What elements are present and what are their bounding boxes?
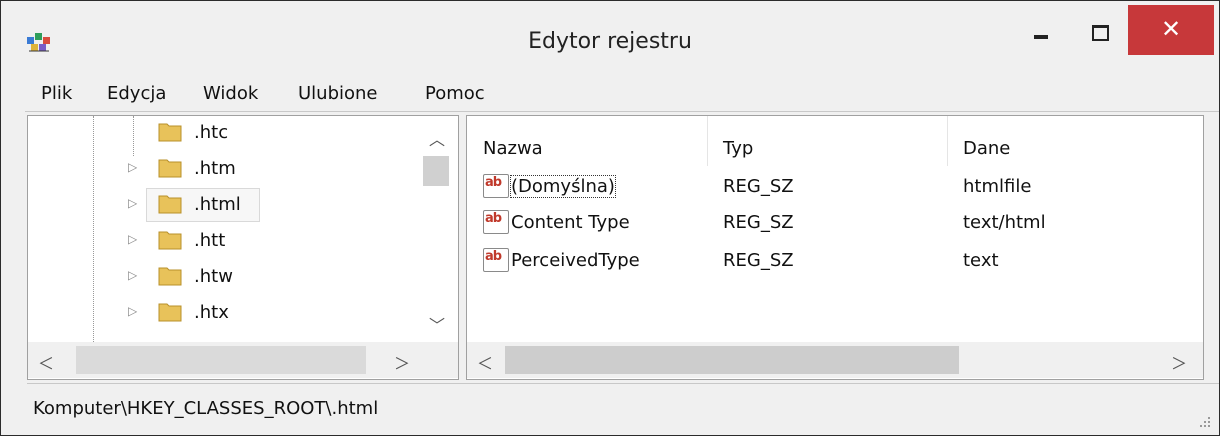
menu-ulubione[interactable]: Ulubione xyxy=(298,83,378,104)
column-header-data[interactable]: Dane xyxy=(963,138,1010,159)
tree-vertical-scrollbar[interactable]: ︿ ﹀ xyxy=(421,116,457,342)
values-list-panel[interactable]: Nazwa Typ Dane ab (Domyślna) REG_SZ html… xyxy=(466,115,1204,380)
scroll-up-icon[interactable]: ︿ xyxy=(429,126,445,150)
value-name: (Domyślna) xyxy=(510,175,616,198)
resize-grip-icon[interactable] xyxy=(1199,416,1211,428)
column-header-name[interactable]: Nazwa xyxy=(483,138,543,159)
value-name: Content Type xyxy=(511,212,630,233)
expand-icon[interactable]: ▷ xyxy=(128,268,142,282)
tree-item-label: .htw xyxy=(194,266,233,287)
scroll-right-icon[interactable]: ＞ xyxy=(1171,350,1187,374)
tree-item-label: .htm xyxy=(194,158,236,179)
maximize-button[interactable] xyxy=(1070,5,1128,55)
folder-icon xyxy=(158,231,182,250)
registry-editor-window: Edytor rejestru ✕ Plik Edycja Widok Ulub… xyxy=(0,0,1220,436)
menu-bar: Plik Edycja Widok Ulubione Pomoc xyxy=(25,77,1219,112)
tree-item-label: .htx xyxy=(194,302,229,323)
tree-horizontal-scrollbar[interactable]: ＜ ＞ xyxy=(28,342,458,378)
value-name: PerceivedType xyxy=(511,250,640,271)
value-data: text/html xyxy=(963,212,1046,233)
scroll-thumb[interactable] xyxy=(76,346,366,374)
value-type: REG_SZ xyxy=(723,176,794,197)
folder-icon xyxy=(158,267,182,286)
scroll-left-icon[interactable]: ＜ xyxy=(38,350,54,374)
value-type: REG_SZ xyxy=(723,250,794,271)
menu-plik[interactable]: Plik xyxy=(41,83,72,104)
status-bar: Komputer\HKEY_CLASSES_ROOT\.html xyxy=(27,383,1219,434)
string-value-icon: ab xyxy=(483,210,509,234)
folder-icon xyxy=(158,123,182,142)
value-data: htmlfile xyxy=(963,176,1032,197)
folder-icon xyxy=(158,195,182,214)
scroll-left-icon[interactable]: ＜ xyxy=(477,350,493,374)
column-divider[interactable] xyxy=(707,116,708,166)
value-data: text xyxy=(963,250,999,271)
tree-item-label: .htt xyxy=(194,230,226,251)
tree-guide-line xyxy=(133,116,134,156)
minimize-button[interactable] xyxy=(1012,5,1070,55)
column-divider[interactable] xyxy=(947,116,948,166)
folder-icon xyxy=(158,303,182,322)
string-value-icon: ab xyxy=(483,248,509,272)
minimize-icon xyxy=(1034,35,1048,39)
scroll-right-icon[interactable]: ＞ xyxy=(394,350,410,374)
close-icon: ✕ xyxy=(1160,15,1182,43)
close-button[interactable]: ✕ xyxy=(1128,5,1214,55)
expand-icon[interactable]: ▷ xyxy=(128,304,142,318)
key-tree-panel[interactable]: .htc ▷ .htm ▷ .html ▷ .htt ▷ .htw ▷ .htx xyxy=(27,115,459,380)
scroll-thumb[interactable] xyxy=(423,156,449,186)
expand-icon[interactable]: ▷ xyxy=(128,160,142,174)
expand-icon[interactable]: ▷ xyxy=(128,196,142,210)
title-bar[interactable]: Edytor rejestru ✕ xyxy=(1,1,1219,77)
tree-item-label: .html xyxy=(194,194,241,215)
list-horizontal-scrollbar[interactable]: ＜ ＞ xyxy=(467,342,1203,378)
menu-edycja[interactable]: Edycja xyxy=(107,83,166,104)
tree-item-label: .htc xyxy=(194,122,229,143)
status-path: Komputer\HKEY_CLASSES_ROOT\.html xyxy=(33,398,379,419)
folder-icon xyxy=(158,159,182,178)
maximize-icon xyxy=(1092,25,1109,41)
scroll-thumb[interactable] xyxy=(505,346,959,374)
menu-widok[interactable]: Widok xyxy=(203,83,258,104)
menu-pomoc[interactable]: Pomoc xyxy=(425,83,485,104)
column-header-type[interactable]: Typ xyxy=(723,138,753,159)
string-value-icon: ab xyxy=(483,174,509,198)
tree-guide-line xyxy=(93,116,94,342)
expand-icon[interactable]: ▷ xyxy=(128,232,142,246)
scroll-down-icon[interactable]: ﹀ xyxy=(429,312,445,336)
value-type: REG_SZ xyxy=(723,212,794,233)
